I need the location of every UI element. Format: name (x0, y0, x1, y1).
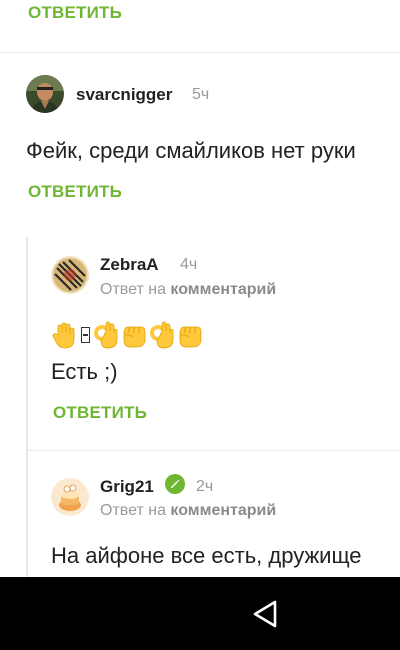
reply-to-prefix: Ответ на (100, 502, 166, 519)
reply-button[interactable]: ОТВЕТИТЬ (28, 182, 122, 202)
reply-to-link[interactable]: комментарий (170, 281, 276, 298)
divider (28, 450, 400, 451)
reply-button[interactable]: ОТВЕТИТЬ (53, 403, 147, 423)
comment-text: Есть ;) (51, 359, 118, 384)
comment-username[interactable]: Grig21 (100, 477, 154, 497)
fist-emoji (179, 326, 202, 348)
comment-text: Фейк, среди смайликов нет руки (26, 138, 356, 163)
avatar-svarcnigger[interactable] (26, 75, 64, 113)
reply-button-top[interactable]: ОТВЕТИТЬ (28, 3, 122, 23)
system-navigation-bar (0, 577, 400, 650)
ok-hand-emoji (94, 321, 118, 349)
reply-to-line: Ответ на комментарий (100, 281, 276, 299)
avatar-zebraa[interactable] (51, 256, 89, 294)
missing-glyph (81, 327, 90, 343)
ok-hand-emoji (150, 321, 174, 349)
verified-badge-icon (165, 474, 185, 494)
thread-line (26, 237, 28, 577)
comment-time: 5ч (192, 86, 210, 103)
fist-emoji (123, 326, 146, 348)
comment-text: На айфоне все есть, дружище (51, 543, 362, 568)
back-triangle-icon[interactable] (249, 597, 283, 631)
comment-username[interactable]: svarcnigger (76, 85, 172, 105)
reply-to-link[interactable]: комментарий (170, 502, 276, 519)
comment-username[interactable]: ZebraA (100, 255, 159, 275)
comment-time: 4ч (180, 256, 198, 273)
comment-time: 2ч (196, 478, 214, 495)
emoji-row (52, 320, 204, 350)
avatar-grig21[interactable] (51, 478, 89, 516)
raised-hand-emoji (52, 322, 75, 349)
reply-to-line: Ответ на комментарий (100, 502, 276, 520)
divider (0, 52, 400, 53)
reply-to-prefix: Ответ на (100, 281, 166, 298)
